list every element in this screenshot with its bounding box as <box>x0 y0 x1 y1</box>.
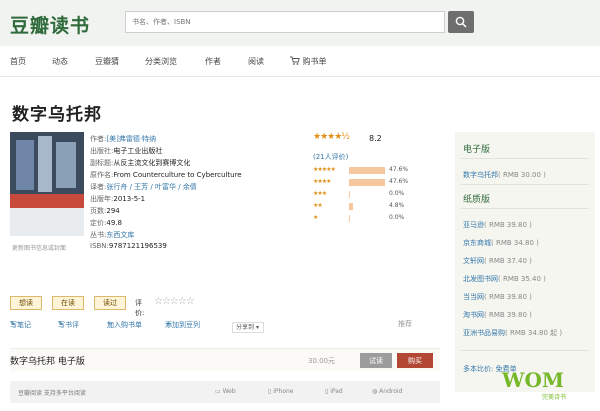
rating-bar-fill <box>349 167 385 174</box>
info-row-isbn: ISBN:9787121196539 <box>90 242 167 250</box>
vendor-row[interactable]: 文轩网( RMB 37.40 ) <box>463 256 532 266</box>
rate-stars-input[interactable]: ☆☆☆☆☆ <box>154 296 195 307</box>
nav-item-guess[interactable]: 豆瓣猜 <box>95 56 119 67</box>
watermark-logo: WOM 完美诗书 <box>502 368 598 408</box>
buy-button[interactable]: 购买 <box>397 353 433 368</box>
platforms-bar: 豆瓣阅读 支持多平台阅读 ▭ Web ▯ iPhone ▯ iPad ◍ And… <box>10 381 440 403</box>
author-link[interactable]: [美]弗雷德·特纳 <box>106 135 156 143</box>
vendor-row[interactable]: 亚马逊( RMB 39.80 ) <box>463 220 532 230</box>
share-dropdown[interactable]: 分享到 ▾ <box>232 322 264 333</box>
nav-item-activity[interactable]: 动态 <box>52 56 68 67</box>
rating-bar-fill <box>349 191 350 198</box>
search-button[interactable] <box>448 11 474 33</box>
rating-score: 8.2 <box>369 134 382 143</box>
tablet-icon: ▯ <box>325 388 329 395</box>
ebook-heading: 电子版 <box>463 145 491 155</box>
platforms-note: 豆瓣阅读 支持多平台阅读 <box>18 390 86 397</box>
price-sidebar: 电子版 数字乌托邦( RMB 30.00 ) 纸质版 亚马逊( RMB 39.8… <box>455 132 595 392</box>
vendor-row[interactable]: 当当网( RMB 39.80 ) <box>463 292 532 302</box>
page-title: 数字乌托邦 <box>12 105 102 125</box>
want-to-read-button[interactable]: 想读 <box>10 296 42 310</box>
watermark-brand: WOM <box>502 368 565 392</box>
rating-bar-fill <box>349 179 385 186</box>
info-row-subtitle: 副标题:从反主流文化到赛博文化 <box>90 159 191 167</box>
header-divider <box>0 76 600 77</box>
trial-read-button[interactable]: 试读 <box>360 353 392 368</box>
series-link[interactable]: 东西文库 <box>106 231 134 239</box>
rating-count-link[interactable]: (21人评价) <box>313 152 348 162</box>
vendor-row[interactable]: 北发图书网( RMB 35.40 ) <box>463 274 546 284</box>
info-row-price: 定价:49.8 <box>90 219 122 227</box>
rating-panel: ★★★★½ 8.2 (21人评价) ★★★★★ 47.6% ★★★★ 47.6% ★… <box>313 132 438 222</box>
nav-item-authors[interactable]: 作者 <box>205 56 221 67</box>
monitor-icon: ▭ <box>215 388 221 395</box>
search-input[interactable] <box>126 12 444 32</box>
nav-item-reading[interactable]: 阅读 <box>248 56 264 67</box>
update-cover-link[interactable]: 更新图书信息或封面 <box>12 243 66 252</box>
platform-web[interactable]: ▭ Web <box>215 388 236 395</box>
ebook-price: 30.00元 <box>308 357 336 365</box>
paper-heading: 纸质版 <box>463 195 491 205</box>
phone-icon: ▯ <box>268 388 272 395</box>
nav-item-cart[interactable]: 购书单 <box>290 56 327 67</box>
search-icon <box>455 16 467 28</box>
android-icon: ◍ <box>372 388 378 395</box>
read-button[interactable]: 读过 <box>94 296 126 310</box>
translator-link[interactable]: 张行舟 / 王芳 / 叶富华 / 余倩 <box>106 183 196 191</box>
recommend-link[interactable]: 推荐 <box>398 319 412 329</box>
douban-books-logo[interactable]: 豆瓣读书 <box>10 11 90 38</box>
info-row-author: 作者:[美]弗雷德·特纳 <box>90 135 157 143</box>
ebook-price-row[interactable]: 数字乌托邦( RMB 30.00 ) <box>463 170 546 180</box>
search-box[interactable] <box>125 11 445 33</box>
vendor-row[interactable]: 淘书网( RMB 39.80 ) <box>463 310 532 320</box>
platform-android[interactable]: ◍ Android <box>372 388 402 395</box>
top-bar: 豆瓣读书 <box>0 0 600 46</box>
nav-item-cart-label: 购书单 <box>302 57 327 66</box>
info-row-translators: 译者:张行舟 / 王芳 / 叶富华 / 余倩 <box>90 183 197 191</box>
vendor-row[interactable]: 亚洲书品易购( RMB 34.80 起 ) <box>463 328 562 338</box>
ebook-title[interactable]: 数字乌托邦 电子版 <box>10 354 85 367</box>
platform-iphone[interactable]: ▯ iPhone <box>268 388 294 395</box>
main-nav: 首页 动态 豆瓣猜 分类浏览 作者 阅读 购书单 <box>0 52 600 72</box>
cart-icon <box>290 56 300 65</box>
rating-bar-fill <box>349 203 353 210</box>
info-row-pages: 页数:294 <box>90 207 120 215</box>
nav-item-home[interactable]: 首页 <box>10 56 26 67</box>
watermark-sub: 完美诗书 <box>542 394 567 401</box>
info-row-publisher: 出版社:电子工业出版社 <box>90 147 163 155</box>
book-cover[interactable] <box>10 132 84 236</box>
info-row-original-title: 原作名:From Counterculture to Cyberculture <box>90 171 242 179</box>
chevron-down-icon: ▾ <box>255 324 259 331</box>
rate-label: 评价: <box>135 299 145 317</box>
ebook-bar: 数字乌托邦 电子版 30.00元 试读 购买 <box>10 348 440 371</box>
vendor-row[interactable]: 京东商城( RMB 34.80 ) <box>463 238 539 248</box>
nav-item-categories[interactable]: 分类浏览 <box>145 56 177 67</box>
info-row-series: 丛书:东西文库 <box>90 231 135 239</box>
info-row-pub-year: 出版年:2013-5-1 <box>90 195 146 203</box>
rating-bar-fill <box>349 215 350 222</box>
platform-ipad[interactable]: ▯ iPad <box>325 388 343 395</box>
reading-button[interactable]: 在读 <box>52 296 84 310</box>
